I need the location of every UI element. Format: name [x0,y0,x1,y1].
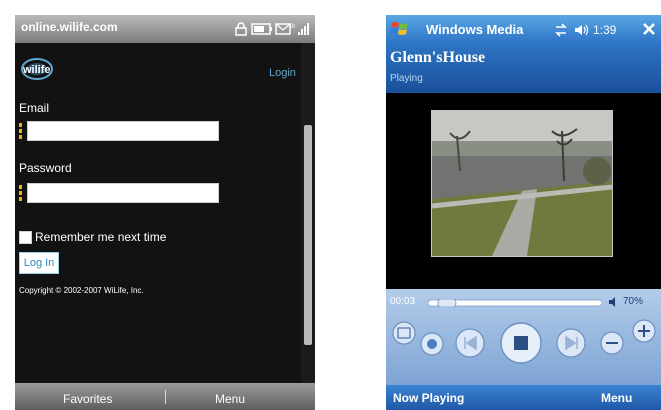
message-icon: 3G [275,23,295,35]
scrollbar[interactable] [301,43,315,383]
menu-softkey[interactable]: Menu [215,392,245,406]
now-playing-softkey[interactable]: Now Playing [393,391,464,405]
caret-icon [19,121,23,141]
video-frame[interactable] [431,110,613,257]
password-label: Password [19,161,72,175]
browser-phone: online.wilife.com 3G wilife Login [15,15,315,410]
web-icon[interactable] [420,332,444,356]
log-in-button[interactable]: Log In [19,252,59,274]
softkey-bar: Favorites Menu [15,383,315,410]
close-icon[interactable] [642,22,656,36]
email-field[interactable] [27,121,219,141]
video-area [386,93,661,289]
menu-softkey[interactable]: Menu [601,391,632,405]
previous-icon[interactable] [455,328,485,358]
svg-text:3G: 3G [290,24,295,30]
connectivity-icon[interactable] [554,23,568,37]
speaker-icon [609,297,615,307]
media-title: Glenn'sHouse [390,49,486,66]
media-player-phone: Windows Media 1:39 Glenn'sHouse Playing [386,15,661,410]
lock-icon [235,22,247,36]
volume-down-icon[interactable] [600,331,624,355]
signal-icon [298,23,309,35]
seek-bar[interactable] [428,299,602,307]
player-controls: 00:03 70% [386,289,661,385]
caret-icon [19,183,23,203]
softkey-divider [165,390,166,404]
seek-thumb[interactable] [437,299,457,307]
softkey-bar: Now Playing Menu [386,385,661,410]
playlist-icon[interactable] [392,321,416,345]
volume-percent: 70% [623,296,644,307]
volume-icon[interactable] [574,23,590,37]
url-text: online.wilife.com [21,20,118,34]
clock-time[interactable]: 1:39 [593,23,616,37]
stop-icon[interactable] [500,322,542,364]
status-bar: online.wilife.com 3G [15,15,315,43]
elapsed-time: 00:03 [390,296,416,307]
remember-checkbox[interactable] [19,231,32,244]
volume-up-icon[interactable] [632,319,656,343]
web-page: wilife Login Email Password Remember me … [15,43,301,383]
windows-start-icon[interactable] [390,19,410,39]
favorites-softkey[interactable]: Favorites [63,392,112,406]
battery-icon [251,23,272,35]
logo-text: wilife [23,64,51,76]
media-header: Glenn'sHouse Playing [386,45,661,93]
app-title: Windows Media [426,22,524,37]
next-icon[interactable] [556,328,586,358]
login-link[interactable]: Login [269,67,296,79]
playback-buttons [392,319,656,364]
scrollbar-thumb[interactable] [304,125,312,345]
password-field[interactable] [27,183,219,203]
email-label: Email [19,101,50,115]
remember-label: Remember me next time [35,230,167,244]
playback-status: Playing [390,73,423,84]
copyright-text: Copyright © 2002-2007 WiLife, Inc. [19,286,144,295]
title-bar: Windows Media 1:39 [386,15,661,45]
